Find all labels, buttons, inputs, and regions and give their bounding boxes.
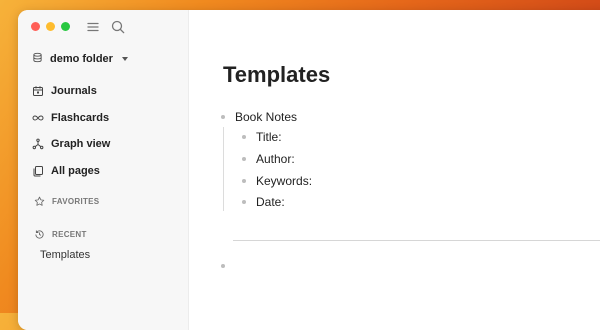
block-text[interactable]: Author: bbox=[256, 152, 295, 166]
block-author[interactable]: Author: bbox=[242, 152, 295, 166]
chevron-down-icon bbox=[121, 57, 128, 61]
maximize-window-button[interactable] bbox=[61, 22, 70, 31]
folder-selector[interactable]: demo folder bbox=[32, 52, 128, 66]
recent-item-templates[interactable]: Templates bbox=[40, 249, 90, 261]
sidebar-item-graph-view[interactable]: Graph view bbox=[32, 131, 110, 158]
folder-name: demo folder bbox=[50, 53, 113, 65]
bullet-icon[interactable] bbox=[242, 157, 246, 161]
sidebar-item-journals[interactable]: Journals bbox=[32, 78, 110, 105]
block-text[interactable]: Date: bbox=[256, 195, 285, 209]
sidebar-item-label: Flashcards bbox=[51, 111, 110, 124]
page-title[interactable]: Templates bbox=[223, 62, 330, 88]
recent-label: RECENT bbox=[52, 230, 87, 239]
bullet-icon[interactable] bbox=[242, 135, 246, 139]
sidebar-item-flashcards[interactable]: Flashcards bbox=[32, 105, 110, 132]
sidebar-item-label: All pages bbox=[51, 164, 100, 177]
sidebar: demo folder Journals Flashcards Graph vi… bbox=[18, 10, 189, 330]
block-text[interactable]: Book Notes bbox=[235, 110, 297, 124]
recent-section-header[interactable]: RECENT bbox=[34, 229, 87, 240]
sidebar-nav: Journals Flashcards Graph view All pages bbox=[32, 78, 110, 184]
star-icon bbox=[34, 196, 45, 207]
block-text[interactable]: Title: bbox=[256, 130, 282, 144]
favorites-label: FAVORITES bbox=[52, 197, 100, 206]
menu-icon[interactable] bbox=[85, 19, 101, 35]
infinity-icon bbox=[32, 112, 44, 124]
sidebar-item-label: Journals bbox=[51, 85, 97, 98]
divider bbox=[233, 240, 600, 241]
indent-guide bbox=[223, 127, 224, 211]
block-empty[interactable] bbox=[221, 264, 225, 268]
favorites-section-header[interactable]: FAVORITES bbox=[34, 196, 99, 207]
calendar-icon bbox=[32, 85, 44, 97]
block-title[interactable]: Title: bbox=[242, 130, 282, 144]
history-icon bbox=[34, 229, 45, 240]
sidebar-item-label: Graph view bbox=[51, 138, 111, 151]
block-keywords[interactable]: Keywords: bbox=[242, 174, 312, 188]
bullet-icon[interactable] bbox=[221, 264, 225, 268]
window-controls bbox=[31, 22, 70, 31]
bullet-icon[interactable] bbox=[242, 179, 246, 183]
bullet-icon[interactable] bbox=[242, 200, 246, 204]
pages-icon bbox=[32, 165, 44, 177]
minimize-window-button[interactable] bbox=[46, 22, 55, 31]
database-icon bbox=[32, 52, 43, 66]
block-date[interactable]: Date: bbox=[242, 195, 285, 209]
sidebar-item-all-pages[interactable]: All pages bbox=[32, 158, 110, 185]
main-content: Templates Book Notes Title: Author: Keyw… bbox=[188, 10, 600, 330]
block-text[interactable]: Keywords: bbox=[256, 174, 312, 188]
close-window-button[interactable] bbox=[31, 22, 40, 31]
app-window: demo folder Journals Flashcards Graph vi… bbox=[18, 10, 600, 330]
bullet-icon[interactable] bbox=[221, 115, 225, 119]
block-book-notes[interactable]: Book Notes bbox=[221, 110, 297, 124]
graph-icon bbox=[32, 138, 44, 150]
search-icon[interactable] bbox=[110, 19, 126, 35]
